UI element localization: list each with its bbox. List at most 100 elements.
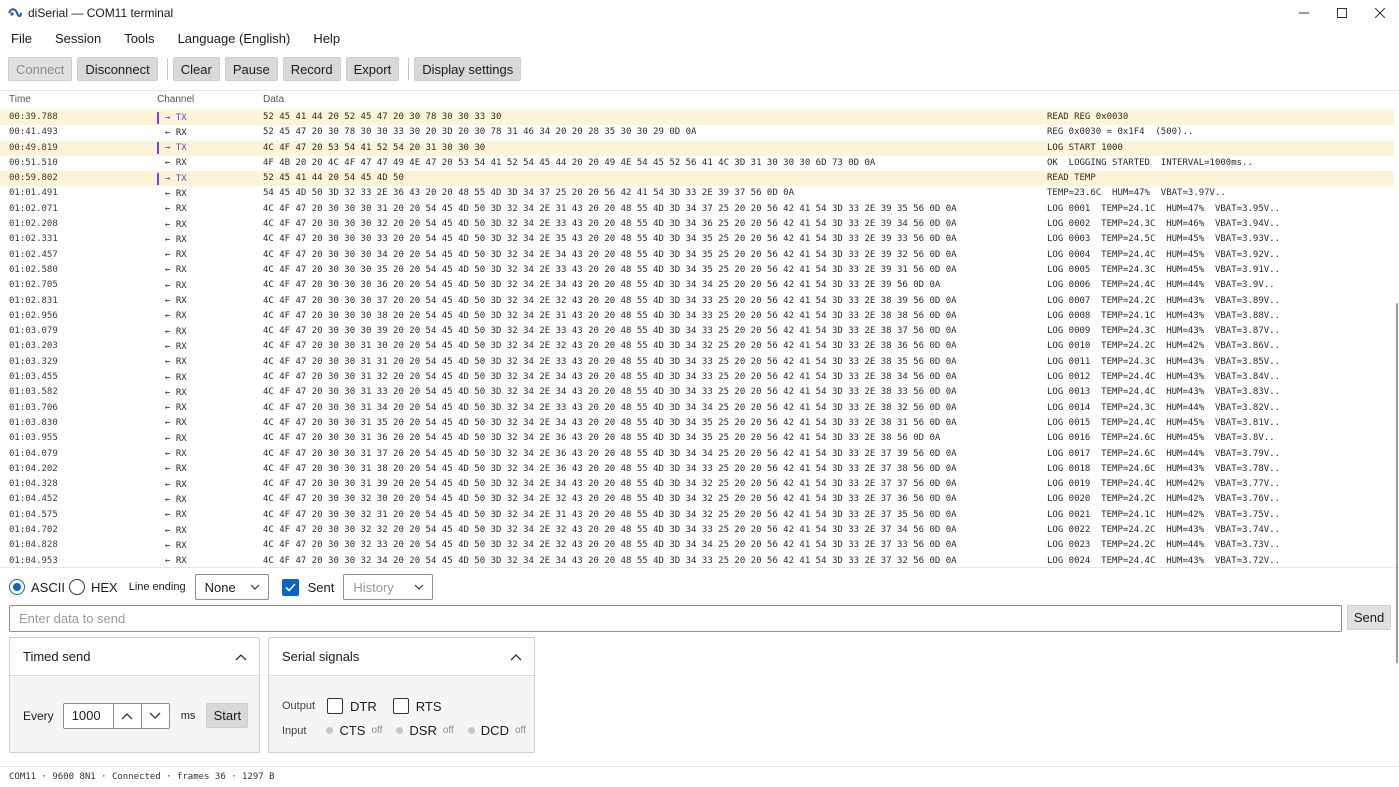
log-row[interactable]: 01:03.582 ← RX 4C 4F 47 20 30 30 31 33 20 …: [0, 385, 1394, 400]
log-hex-data: 52 45 41 44 20 52 45 47 20 30 78 30 30 3…: [263, 112, 502, 122]
dtr-checkbox[interactable]: [327, 698, 344, 714]
toolbar: Connect Disconnect Clear Pause Record Ex…: [0, 56, 526, 82]
log-channel-label: ← RX: [165, 326, 187, 337]
timed-send-header[interactable]: Timed send: [10, 638, 259, 676]
log-row[interactable]: 01:04.079 ← RX 4C 4F 47 20 30 30 31 37 20 …: [0, 447, 1394, 462]
log-row[interactable]: 01:02.705 ← RX 4C 4F 47 20 30 30 30 36 20 …: [0, 278, 1394, 293]
toolbar-divider: [166, 58, 168, 80]
log-time: 01:04.575: [9, 509, 58, 520]
log-hex-data: 52 45 47 20 30 78 30 30 33 30 20 3D 20 3…: [263, 127, 697, 138]
log-hex-data: 4C 4F 47 20 30 30 31 33 20 20 54 45 4D 5…: [263, 387, 957, 398]
log-row[interactable]: 01:02.331 ← RX 4C 4F 47 20 30 30 30 33 20 …: [0, 232, 1394, 247]
log-row[interactable]: 01:03.079 ← RX 4C 4F 47 20 30 30 30 39 20 …: [0, 324, 1394, 339]
log-row[interactable]: 01:04.953 ← RX 4C 4F 47 20 30 30 32 34 20 …: [0, 554, 1394, 567]
log-hex-data: 4C 4F 47 20 30 30 31 34 20 20 54 45 4D 5…: [263, 402, 957, 413]
log-ascii-data: LOG 0019 TEMP=24.4C HUM=42% VBAT=3.77V..: [1047, 479, 1280, 490]
log-hex-data: 4C 4F 47 20 30 30 31 30 20 20 54 45 4D 5…: [263, 341, 957, 352]
display-settings-button[interactable]: Display settings: [414, 57, 522, 81]
column-time[interactable]: Time: [9, 94, 31, 105]
scrollbar-thumb[interactable]: [1396, 303, 1398, 663]
line-ending-dropdown[interactable]: None: [194, 574, 269, 600]
column-data[interactable]: Data: [263, 94, 284, 105]
log-row[interactable]: 00:59.802 → TX 52 45 41 44 20 54 45 4D 50 R…: [0, 171, 1394, 187]
log-ascii-data: LOG 0024 TEMP=24.4C HUM=43% VBAT=3.72V..: [1047, 555, 1280, 566]
export-button[interactable]: Export: [345, 57, 400, 81]
log-row[interactable]: 01:03.203 ← RX 4C 4F 47 20 30 30 31 30 20 …: [0, 339, 1394, 354]
log-ascii-data: OK LOGGING STARTED INTERVAL=1000ms..: [1047, 157, 1253, 168]
menu-session[interactable]: Session: [45, 31, 111, 46]
log-row[interactable]: 01:02.208 ← RX 4C 4F 47 20 30 30 30 32 20 …: [0, 217, 1394, 232]
send-button[interactable]: Send: [1347, 605, 1391, 630]
serial-signals-header[interactable]: Serial signals: [269, 638, 534, 676]
start-button[interactable]: Start: [206, 703, 249, 728]
log-ascii-data: LOG 0009 TEMP=24.3C HUM=43% VBAT=3.87V..: [1047, 326, 1280, 337]
pause-button[interactable]: Pause: [224, 57, 278, 81]
log-time: 00:59.802: [9, 173, 58, 184]
log-row[interactable]: 01:04.328 ← RX 4C 4F 47 20 30 30 31 39 20 …: [0, 477, 1394, 492]
close-icon[interactable]: [1361, 0, 1399, 26]
log-channel: ← RX: [157, 248, 187, 263]
log-row[interactable]: 01:02.071 ← RX 4C 4F 47 20 30 30 30 31 20 …: [0, 202, 1394, 217]
minimize-icon[interactable]: [1285, 0, 1323, 26]
log-row[interactable]: 00:51.510 ← RX 4F 4B 20 20 4C 4F 47 47 49 …: [0, 156, 1394, 171]
log-time: 01:03.582: [9, 387, 58, 398]
chevron-up-icon[interactable]: [235, 653, 247, 661]
chevron-down-icon: [250, 584, 260, 590]
menu-language[interactable]: Language (English): [168, 31, 301, 46]
disconnect-button[interactable]: Disconnect: [77, 57, 158, 81]
log-row[interactable]: 01:04.702 ← RX 4C 4F 47 20 30 30 32 32 20 …: [0, 523, 1394, 538]
increment-icon[interactable]: [112, 703, 141, 728]
log-row[interactable]: 01:04.452 ← RX 4C 4F 47 20 30 30 32 30 20 …: [0, 492, 1394, 507]
log-row[interactable]: 01:02.831 ← RX 4C 4F 47 20 30 30 30 37 20 …: [0, 294, 1394, 309]
log-row[interactable]: 00:41.493 ← RX 52 45 47 20 30 78 30 30 33 …: [0, 125, 1394, 140]
log-hex-data: 4C 4F 47 20 30 30 31 32 20 20 54 45 4D 5…: [263, 372, 957, 383]
send-input[interactable]: Enter data to send: [9, 605, 1342, 632]
terminal-log[interactable]: Time Channel Data 00:39.788 → TX 52 45 41 …: [0, 90, 1399, 568]
log-hex-data: 4C 4F 47 20 30 30 31 39 20 20 54 45 4D 5…: [263, 479, 957, 490]
log-time: 01:01.491: [9, 188, 58, 199]
log-row[interactable]: 01:02.956 ← RX 4C 4F 47 20 30 30 30 38 20 …: [0, 309, 1394, 324]
log-ascii-data: LOG 0006 TEMP=24.4C HUM=44% VBAT=3.9V..: [1047, 280, 1275, 291]
log-row[interactable]: 01:03.706 ← RX 4C 4F 47 20 30 30 31 34 20 …: [0, 401, 1394, 416]
app-logo-icon: [6, 4, 24, 22]
record-button[interactable]: Record: [282, 57, 341, 81]
log-channel: ← RX: [157, 186, 187, 201]
log-channel: ← RX: [157, 538, 187, 553]
log-row[interactable]: 01:03.329 ← RX 4C 4F 47 20 30 30 31 31 20 …: [0, 355, 1394, 370]
connect-button[interactable]: Connect: [8, 57, 73, 81]
log-row[interactable]: 01:03.955 ← RX 4C 4F 47 20 30 30 31 36 20 …: [0, 431, 1394, 446]
log-row[interactable]: 00:49.819 → TX 4C 4F 47 20 53 54 41 52 54 …: [0, 140, 1394, 156]
log-row[interactable]: 01:04.575 ← RX 4C 4F 47 20 30 30 32 31 20 …: [0, 508, 1394, 523]
sent-checkbox[interactable]: [281, 578, 299, 596]
log-row[interactable]: 01:03.830 ← RX 4C 4F 47 20 30 30 31 35 20 …: [0, 416, 1394, 431]
log-row[interactable]: 01:02.580 ← RX 4C 4F 47 20 30 30 30 35 20 …: [0, 263, 1394, 278]
rts-checkbox[interactable]: [392, 698, 409, 714]
menu-file[interactable]: File: [0, 31, 42, 46]
menu-tools[interactable]: Tools: [114, 31, 164, 46]
log-row[interactable]: 01:01.491 ← RX 54 45 4D 50 3D 32 33 2E 36 …: [0, 186, 1394, 201]
menu-help[interactable]: Help: [303, 31, 350, 46]
log-row[interactable]: 01:02.457 ← RX 4C 4F 47 20 30 30 30 34 20 …: [0, 248, 1394, 263]
log-hex-data: 4C 4F 47 20 30 30 30 39 20 20 54 45 4D 5…: [263, 326, 957, 337]
interval-value[interactable]: 1000: [64, 704, 113, 728]
hex-radio[interactable]: [68, 579, 85, 595]
column-channel[interactable]: Channel: [157, 94, 194, 105]
interval-stepper[interactable]: 1000: [62, 702, 170, 729]
toolbar-divider: [408, 58, 410, 80]
log-scrollbar[interactable]: [1394, 108, 1399, 663]
log-header: Time Channel Data: [0, 91, 1399, 109]
sent-label: Sent: [307, 579, 335, 595]
clear-button[interactable]: Clear: [172, 57, 220, 81]
log-row[interactable]: 01:04.828 ← RX 4C 4F 47 20 30 30 32 33 20 …: [0, 538, 1394, 553]
log-row[interactable]: 00:39.788 → TX 52 45 41 44 20 52 45 47 20 …: [0, 110, 1394, 126]
history-dropdown[interactable]: History: [343, 574, 434, 600]
dtr-label: DTR: [350, 698, 377, 714]
chevron-up-icon[interactable]: [510, 653, 522, 661]
maximize-icon[interactable]: [1323, 0, 1361, 26]
decrement-icon[interactable]: [140, 703, 169, 728]
log-channel-label: ← RX: [165, 525, 187, 536]
log-time: 01:03.455: [9, 372, 58, 383]
log-row[interactable]: 01:04.202 ← RX 4C 4F 47 20 30 30 31 38 20 …: [0, 462, 1394, 477]
ascii-radio[interactable]: [9, 579, 25, 595]
log-row[interactable]: 01:03.455 ← RX 4C 4F 47 20 30 30 31 32 20 …: [0, 370, 1394, 385]
